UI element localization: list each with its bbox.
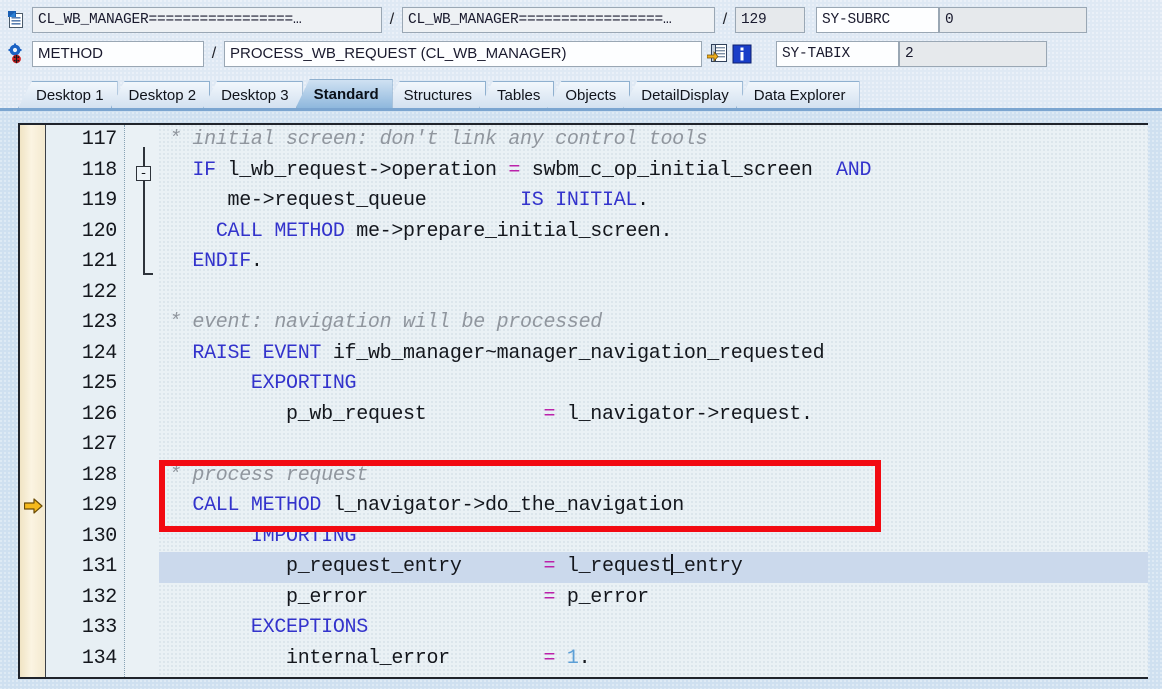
code-line-125[interactable]: EXPORTING (159, 369, 1148, 400)
code-line-119[interactable]: me->request_queue IS INITIAL. (159, 186, 1148, 217)
line-number: 132 (81, 585, 117, 609)
line-number: 120 (81, 219, 117, 243)
separator-slash-2: / (722, 10, 728, 28)
code-line-133[interactable]: EXCEPTIONS (159, 613, 1148, 644)
separator-slash-3: / (211, 44, 217, 62)
code-line-117[interactable]: * initial screen: don't link any control… (159, 125, 1148, 156)
line-number: 134 (81, 646, 117, 670)
code-line-120[interactable]: CALL METHOD me->prepare_initial_screen. (159, 217, 1148, 248)
line-number: 125 (81, 372, 117, 395)
line-number: 128 (81, 463, 117, 487)
line-number: 121 (81, 250, 117, 273)
sy-subrc-label-field[interactable]: SY-SUBRC (816, 6, 939, 33)
line-number: 131 (81, 555, 117, 578)
line-number: 119 (81, 189, 117, 212)
separator-slash-1: / (389, 10, 395, 28)
include-name-field[interactable]: CL_WB_MANAGER=================… (402, 6, 715, 33)
debugger-gear-bug-icon (4, 41, 28, 67)
tab-desktop-3[interactable]: Desktop 3 (203, 81, 303, 108)
debugger-tab-bar: Desktop 1 Desktop 2 Desktop 3 Standard S… (0, 78, 1162, 111)
line-number: 124 (81, 341, 117, 365)
fold-range-end-tick (143, 273, 153, 275)
line-number: 130 (81, 524, 117, 548)
code-line-132[interactable]: p_error = p_error (159, 583, 1148, 614)
event-type-field[interactable]: METHOD (32, 40, 204, 67)
code-line-134[interactable]: internal_error = 1. (159, 644, 1148, 675)
tab-standard[interactable]: Standard (295, 79, 393, 108)
goto-source-icon[interactable] (706, 42, 730, 66)
tab-objects[interactable]: Objects (547, 81, 631, 108)
info-icon[interactable] (730, 42, 754, 66)
current-line-field[interactable]: 129 (735, 6, 805, 33)
line-number: 123 (81, 311, 117, 334)
line-number: 129 (81, 494, 117, 517)
line-number: 117 (81, 128, 117, 151)
sy-subrc-value-field[interactable]: 0 (939, 6, 1087, 33)
execution-pointer-arrow (23, 498, 43, 514)
code-line-127[interactable] (159, 430, 1148, 461)
source-code-viewer[interactable]: 117 118 119 120 121 122 123 124 125 126 … (18, 123, 1148, 679)
code-line-130[interactable]: IMPORTING (159, 522, 1148, 553)
method-name-field[interactable]: PROCESS_WB_REQUEST (CL_WB_MANAGER) (224, 40, 702, 67)
code-line-126[interactable]: p_wb_request = l_navigator->request. (159, 400, 1148, 431)
line-number-column: 117 118 119 120 121 122 123 124 125 126 … (46, 125, 125, 677)
tab-data-explorer[interactable]: Data Explorer (735, 81, 860, 108)
code-line-124[interactable]: RAISE EVENT if_wb_manager~manager_naviga… (159, 339, 1148, 370)
debugger-header: CL_WB_MANAGER=================… / CL_WB_… (0, 0, 1162, 78)
breakpoint-gutter[interactable] (20, 125, 46, 677)
line-number: 127 (81, 433, 117, 456)
class-name-field[interactable]: CL_WB_MANAGER=================… (32, 6, 382, 33)
code-line-128[interactable]: * process request (159, 461, 1148, 492)
sy-tabix-value-field[interactable]: 2 (899, 40, 1047, 67)
code-folding-column[interactable]: - (125, 125, 159, 677)
code-line-121[interactable]: ENDIF. (159, 247, 1148, 278)
tab-structures[interactable]: Structures (385, 81, 487, 108)
tab-tables[interactable]: Tables (479, 81, 555, 108)
code-text-column[interactable]: * initial screen: don't link any control… (159, 125, 1148, 677)
code-line-131[interactable]: p_request_entry = l_request_entry (159, 552, 1148, 583)
abap-program-icon (4, 7, 28, 33)
line-number: 118 (81, 158, 117, 182)
fold-collapse-box[interactable]: - (136, 166, 151, 181)
tab-desktop-2[interactable]: Desktop 2 (110, 81, 211, 108)
code-line-122[interactable] (159, 278, 1148, 309)
line-number: 122 (81, 280, 117, 304)
sy-tabix-label-field[interactable]: SY-TABIX (776, 40, 899, 67)
code-line-123[interactable]: * event: navigation will be processed (159, 308, 1148, 339)
line-number: 126 (81, 402, 117, 426)
line-number: 133 (81, 616, 117, 639)
tab-detaildisplay[interactable]: DetailDisplay (623, 81, 743, 108)
code-line-129[interactable]: CALL METHOD l_navigator->do_the_navigati… (159, 491, 1148, 522)
header-row-class: CL_WB_MANAGER=================… / CL_WB_… (0, 4, 1162, 35)
code-line-118[interactable]: IF l_wb_request->operation = swbm_c_op_i… (159, 156, 1148, 187)
header-row-method: METHOD / PROCESS_WB_REQUEST (CL_WB_MANAG… (0, 38, 1162, 69)
tab-desktop-1[interactable]: Desktop 1 (18, 81, 118, 108)
